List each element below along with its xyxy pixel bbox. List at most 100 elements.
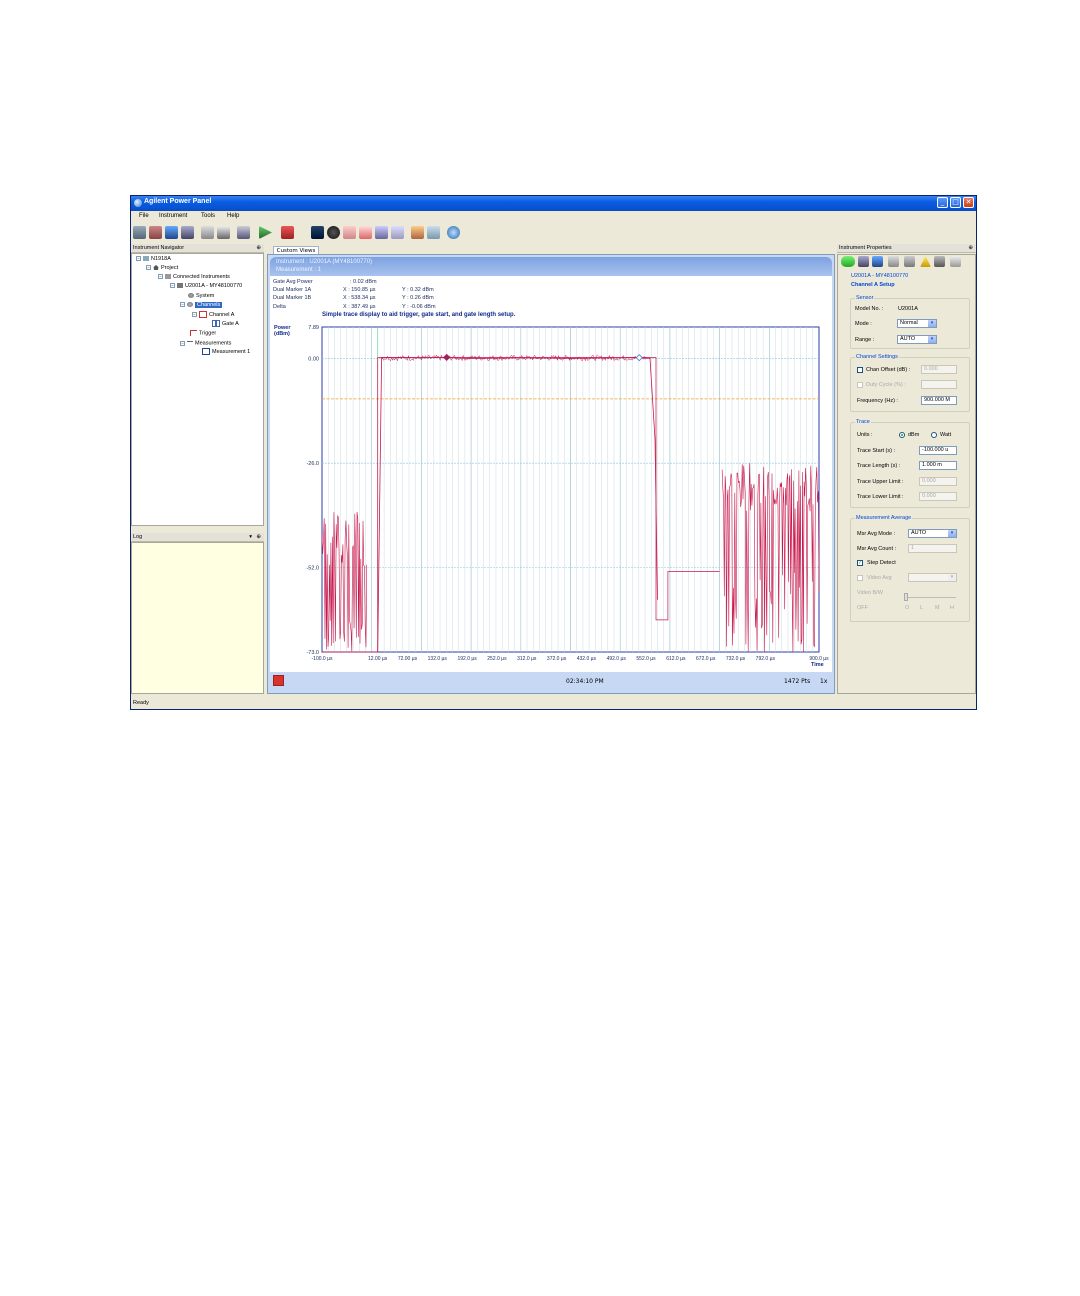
help-icon[interactable]: [447, 226, 460, 239]
power-trace-chart[interactable]: 7.890.00-26.0-52.0-73.0Power(dBm)-100.0 …: [270, 276, 832, 672]
instruments-icon: [165, 274, 171, 280]
log-title: Log: [133, 534, 143, 540]
list-view-icon[interactable]: [391, 226, 404, 239]
duty-cycle-field[interactable]: [921, 380, 957, 389]
toolbar: [131, 224, 471, 242]
trace-view-icon[interactable]: [359, 226, 372, 239]
video-avg-label: Video Avg: [867, 575, 892, 581]
chan-offset-checkbox[interactable]: [857, 367, 863, 373]
tree-item-u2001a[interactable]: − U2001A - MY48100770: [170, 283, 242, 289]
minimize-button[interactable]: _: [937, 197, 948, 208]
video-avg-checkbox[interactable]: [857, 575, 863, 581]
properties-panel: U2001A - MY48100770 Channel A Setup Sens…: [837, 254, 976, 694]
channel-settings-group: Channel Settings Chan Offset (dB) : 0.00…: [850, 354, 970, 412]
video-bw-label: Video B/W: [857, 590, 883, 596]
y-axis-label: (dBm): [274, 331, 290, 337]
tree-item-trigger[interactable]: Trigger: [190, 330, 216, 336]
preset-icon[interactable]: [888, 256, 899, 267]
trace-start-field[interactable]: -100.000 u: [919, 446, 957, 455]
load-icon[interactable]: [872, 256, 883, 267]
duty-cycle-checkbox[interactable]: [857, 382, 863, 388]
zero-icon[interactable]: [904, 256, 915, 267]
app-window: Agilent Power Panel _ □ ✕ File Instrumen…: [130, 195, 977, 710]
gear-icon: [188, 293, 194, 299]
setup-title: Channel A Setup: [851, 282, 895, 288]
tools-icon[interactable]: [411, 226, 424, 239]
open-icon[interactable]: [165, 226, 178, 239]
instrument-header: Instrument : U2001A (MY48100770) Measure…: [270, 257, 832, 276]
disconnect-icon[interactable]: [149, 226, 162, 239]
pin-icon[interactable]: ⊕: [968, 244, 973, 253]
video-bw-slider-thumb[interactable]: [904, 593, 908, 601]
connect-icon[interactable]: [133, 226, 146, 239]
menu-help[interactable]: Help: [227, 213, 239, 219]
app-icon: [134, 199, 142, 207]
step-detect-checkbox[interactable]: ✓: [857, 560, 863, 566]
measurement-average-group: Measurement Average Msr Avg Mode : AUTO ▾…: [850, 515, 970, 622]
tree-item-connected-instruments[interactable]: − Connected Instruments: [158, 274, 230, 280]
unit-dbm-radio[interactable]: [899, 432, 905, 438]
tree-item-gate-a[interactable]: Gate A: [212, 320, 239, 327]
menu-file[interactable]: File: [139, 213, 149, 219]
measurement-average-title: Measurement Average: [855, 515, 913, 521]
calibrate-icon[interactable]: [427, 226, 440, 239]
tree-item-channel-a[interactable]: − Channel A: [192, 311, 234, 318]
zoom-level[interactable]: 1x: [820, 678, 827, 685]
gauge-view-icon[interactable]: [327, 226, 340, 239]
calibrate-icon[interactable]: [934, 256, 945, 267]
tree-item-system[interactable]: System: [188, 293, 214, 299]
chevron-down-icon: ▾: [928, 336, 936, 343]
x-tick-label: 132.0 µs: [428, 656, 448, 662]
pin-icon[interactable]: ⊕: [256, 244, 261, 253]
chart-view-icon[interactable]: [343, 226, 356, 239]
avg-mode-select[interactable]: AUTO ▾: [908, 529, 957, 538]
avg-count-field[interactable]: 1: [908, 544, 957, 553]
tree-item-measurements[interactable]: − Measurements: [180, 339, 231, 347]
trace-upper-field[interactable]: 0.000: [919, 477, 957, 486]
save-icon[interactable]: [858, 256, 869, 267]
navigator-title: Instrument Navigator: [133, 245, 185, 251]
x-tick-label: 672.0 µs: [696, 656, 716, 662]
meter-view-icon[interactable]: [311, 226, 324, 239]
computer-icon: [143, 256, 149, 262]
print-preview-icon[interactable]: [201, 226, 214, 239]
pin-icon[interactable]: ⊕: [256, 533, 261, 542]
tree-item-channels[interactable]: − Channels: [180, 302, 223, 308]
mode-select[interactable]: Normal ▾: [897, 319, 937, 328]
channels-icon: [187, 302, 193, 308]
range-select[interactable]: AUTO ▾: [897, 335, 937, 344]
window-title: Agilent Power Panel: [144, 198, 212, 205]
step-detect-label: Step Detect: [867, 560, 896, 566]
x-tick-label: 492.0 µs: [607, 656, 627, 662]
dropdown-icon[interactable]: ▾: [249, 533, 252, 542]
menu-instrument[interactable]: Instrument: [159, 213, 187, 219]
trace-length-field[interactable]: 1.000 m: [919, 461, 957, 470]
frequency-field[interactable]: 900.000 M: [921, 396, 957, 405]
plot-area: Gate Avg Power : 0.02 dBm Dual Marker 1A…: [270, 276, 832, 672]
video-bw-slider-track[interactable]: [908, 597, 956, 598]
tree-item-project[interactable]: − Project: [146, 265, 178, 271]
sensor-group: Sensor Model No. : U2001A Mode : Normal ▾…: [850, 295, 970, 349]
measurements-icon: [187, 341, 193, 347]
device-label: U2001A - MY48100770: [851, 273, 909, 279]
unit-watt-radio[interactable]: [931, 432, 937, 438]
maximize-button[interactable]: □: [950, 197, 961, 208]
video-avg-select[interactable]: ▾: [908, 573, 957, 582]
tree-item-n1918a[interactable]: − N1918A: [136, 256, 171, 262]
chan-offset-field[interactable]: 0.000: [921, 365, 957, 374]
close-button[interactable]: ✕: [963, 197, 974, 208]
status-text: Ready: [133, 700, 149, 706]
tree-item-measurement-1[interactable]: Measurement 1: [202, 348, 250, 355]
warning-icon[interactable]: [920, 256, 931, 267]
export-icon[interactable]: [237, 226, 250, 239]
list-icon[interactable]: [950, 256, 961, 267]
table-view-icon[interactable]: [375, 226, 388, 239]
run-icon[interactable]: [259, 226, 272, 239]
save-icon[interactable]: [181, 226, 194, 239]
x-tick-label: -100.0 µs: [312, 656, 333, 662]
print-icon[interactable]: [217, 226, 230, 239]
stop-trace-icon[interactable]: [273, 675, 284, 686]
stop-icon[interactable]: [281, 226, 294, 239]
menu-tools[interactable]: Tools: [201, 213, 215, 219]
trace-lower-field[interactable]: 0.000: [919, 492, 957, 501]
